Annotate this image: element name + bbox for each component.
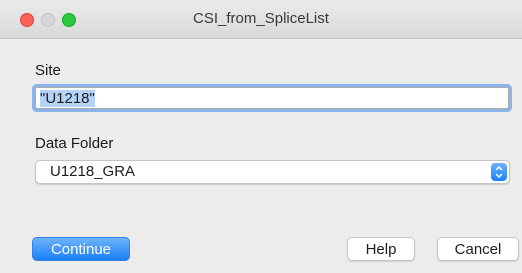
site-label: Site: [35, 62, 61, 79]
data-folder-selected-value: U1218_GRA: [50, 163, 136, 180]
site-input-value: "U1218": [40, 90, 95, 107]
continue-button[interactable]: Continue: [32, 237, 130, 261]
cancel-button[interactable]: Cancel: [437, 237, 519, 261]
data-folder-label: Data Folder: [35, 135, 114, 152]
window-title: CSI_from_SpliceList: [193, 10, 329, 27]
title-bar: CSI_from_SpliceList: [0, 0, 522, 39]
help-button[interactable]: Help: [347, 237, 415, 261]
site-input[interactable]: "U1218": [35, 87, 509, 109]
data-folder-select[interactable]: U1218_GRA: [35, 160, 510, 184]
up-down-chevron-icon: [491, 163, 507, 181]
